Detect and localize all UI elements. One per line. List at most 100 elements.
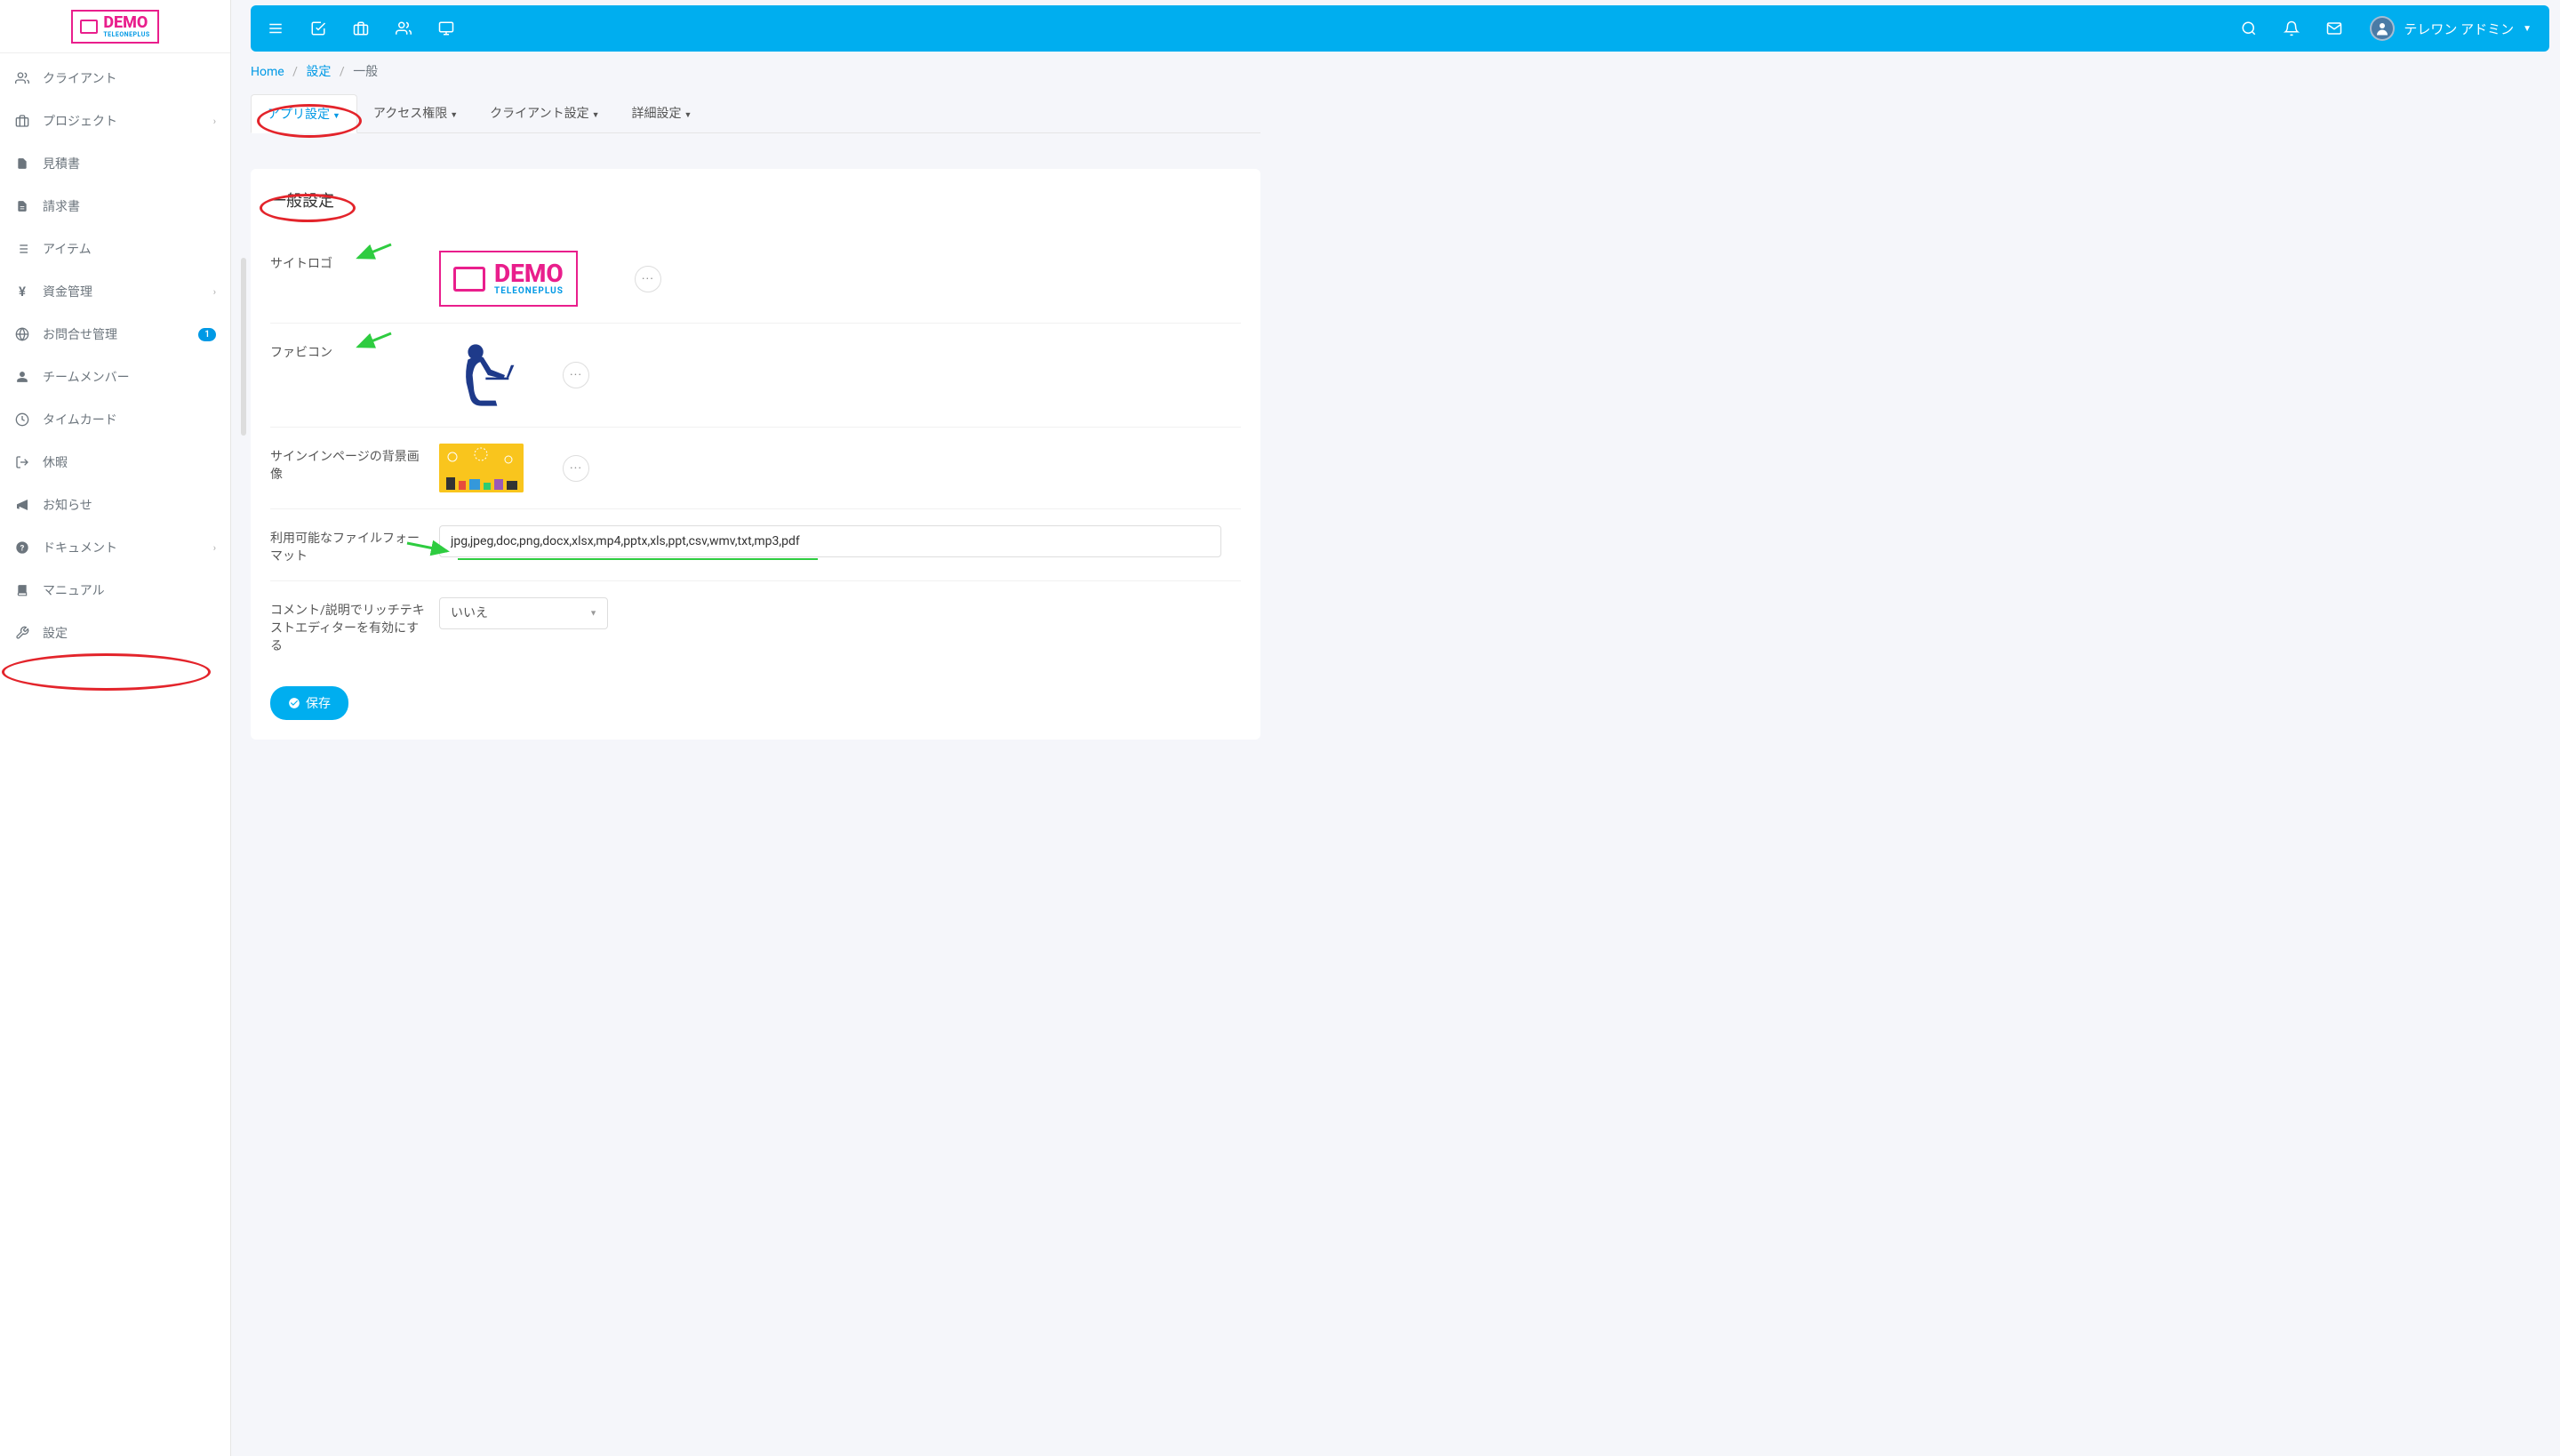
logo-text: DEMO — [494, 261, 564, 286]
monitor-button[interactable] — [427, 9, 466, 48]
favicon-actions[interactable]: ··· — [563, 362, 589, 388]
tab-3[interactable]: 詳細設定▼ — [616, 94, 708, 132]
breadcrumb-current: 一般 — [353, 65, 378, 79]
sidebar-item-7[interactable]: チームメンバー — [0, 356, 230, 398]
signin-bg-preview — [439, 444, 524, 492]
sidebar-item-1[interactable]: プロジェクト› — [0, 100, 230, 142]
sidebar-item-4[interactable]: アイテム — [0, 228, 230, 270]
sidebar-item-label: アイテム — [43, 240, 216, 258]
user-menu[interactable]: テレワン アドミン ▼ — [2357, 16, 2544, 41]
label-rich-text: コメント/説明でリッチテキストエディターを有効にする — [270, 597, 439, 654]
clock-icon — [14, 412, 30, 428]
sidebar-item-label: お知らせ — [43, 496, 216, 514]
tab-0[interactable]: アプリ設定▼ — [251, 94, 357, 133]
tasks-button[interactable] — [299, 9, 338, 48]
yen-icon: ¥ — [14, 284, 30, 300]
person-laptop-icon — [442, 340, 522, 410]
file-text-icon — [14, 198, 30, 214]
signin-bg-actions[interactable]: ··· — [563, 455, 589, 482]
save-button[interactable]: 保存 — [270, 686, 348, 720]
sidebar-item-label: 請求書 — [43, 197, 216, 215]
sidebar-item-2[interactable]: 見積書 — [0, 142, 230, 185]
sidebar-badge: 1 — [198, 328, 216, 341]
label-site-logo: サイトロゴ — [270, 251, 439, 272]
help-icon: ? — [14, 540, 30, 556]
users-icon — [14, 70, 30, 86]
row-site-logo: サイトロゴ DEMO TELEONEPLUS ··· — [270, 235, 1241, 323]
breadcrumb-settings[interactable]: 設定 — [306, 65, 331, 79]
logo-subtext: TELEONEPLUS — [103, 31, 149, 38]
sidebar-item-11[interactable]: ?ドキュメント› — [0, 526, 230, 569]
tab-label: アプリ設定 — [268, 108, 330, 122]
sidebar-item-label: チームメンバー — [43, 368, 216, 386]
site-logo-preview: DEMO TELEONEPLUS — [439, 251, 578, 307]
sidebar-item-label: タイムカード — [43, 411, 216, 428]
breadcrumb-home[interactable]: Home — [251, 65, 284, 79]
file-formats-input[interactable] — [439, 525, 1221, 557]
tab-label: アクセス権限 — [373, 107, 447, 121]
sidebar-item-label: 資金管理 — [43, 283, 213, 300]
sidebar-item-12[interactable]: マニュアル — [0, 569, 230, 612]
row-signin-bg: サインインページの背景画像 — [270, 427, 1241, 508]
rich-text-select[interactable]: いいえ — [439, 597, 608, 629]
logo-frame-icon — [453, 267, 485, 292]
site-logo-actions[interactable]: ··· — [635, 266, 661, 292]
sidebar-item-9[interactable]: 休暇 — [0, 441, 230, 484]
briefcase-button[interactable] — [341, 9, 380, 48]
row-rich-text: コメント/説明でリッチテキストエディターを有効にする いいえ — [270, 580, 1241, 670]
breadcrumb: Home / 設定 / 一般 — [251, 62, 1260, 80]
card-title: 一般設定 — [270, 188, 1241, 212]
caret-down-icon: ▼ — [592, 111, 600, 120]
sidebar-item-0[interactable]: クライアント — [0, 57, 230, 100]
search-button[interactable] — [2229, 9, 2268, 48]
sidebar-item-13[interactable]: 設定 — [0, 612, 230, 654]
chevron-down-icon: ▼ — [2523, 24, 2532, 34]
sidebar-item-label: クライアント — [43, 69, 216, 87]
logout-icon — [14, 454, 30, 470]
menu-toggle-button[interactable] — [256, 9, 295, 48]
caret-down-icon: ▼ — [332, 112, 340, 121]
globe-icon — [14, 326, 30, 342]
row-file-formats: 利用可能なファイルフォーマット — [270, 508, 1241, 580]
wrench-icon — [14, 625, 30, 641]
sidebar-logo[interactable]: DEMO TELEONEPLUS — [0, 0, 230, 53]
sidebar-item-8[interactable]: タイムカード — [0, 398, 230, 441]
sidebar-item-3[interactable]: 請求書 — [0, 185, 230, 228]
label-favicon: ファビコン — [270, 340, 439, 361]
list-icon — [14, 241, 30, 257]
users-button[interactable] — [384, 9, 423, 48]
sidebar-item-10[interactable]: お知らせ — [0, 484, 230, 526]
username-label: テレワン アドミン — [2404, 20, 2514, 38]
settings-tabs: アプリ設定▼アクセス権限▼クライアント設定▼詳細設定▼ — [251, 94, 1260, 133]
main-content: Home / 設定 / 一般 アプリ設定▼アクセス権限▼クライアント設定▼詳細設… — [231, 0, 1280, 757]
topbar: テレワン アドミン ▼ — [251, 5, 2549, 52]
tab-label: クライアント設定 — [490, 107, 588, 121]
tab-2[interactable]: クライアント設定 ▼ — [474, 94, 615, 132]
sidebar-item-label: 見積書 — [43, 155, 216, 172]
book-icon — [14, 582, 30, 598]
logo-subtext: TELEONEPLUS — [494, 286, 564, 296]
mail-button[interactable] — [2315, 9, 2354, 48]
sidebar-item-label: 設定 — [43, 624, 216, 642]
sidebar-item-label: プロジェクト — [43, 112, 213, 130]
sidebar-item-label: マニュアル — [43, 581, 216, 599]
tab-1[interactable]: アクセス権限▼ — [357, 94, 474, 132]
general-settings-card: 一般設定 サイトロゴ DEMO TELEONEPLUS ··· ファビコン — [251, 169, 1260, 740]
label-file-formats: 利用可能なファイルフォーマット — [270, 525, 439, 564]
caret-down-icon: ▼ — [684, 111, 692, 120]
megaphone-icon — [14, 497, 30, 513]
caret-down-icon: ▼ — [450, 111, 458, 120]
file-icon — [14, 156, 30, 172]
chevron-right-icon: › — [213, 286, 216, 298]
sidebar-item-5[interactable]: ¥ 資金管理› — [0, 270, 230, 313]
row-favicon: ファビコン ··· — [270, 323, 1241, 427]
label-signin-bg: サインインページの背景画像 — [270, 444, 439, 483]
chevron-right-icon: › — [213, 116, 216, 127]
user-icon — [14, 369, 30, 385]
sidebar-item-label: ドキュメント — [43, 539, 213, 556]
logo-text: DEMO — [103, 15, 149, 31]
notifications-button[interactable] — [2272, 9, 2311, 48]
sidebar-item-6[interactable]: お問合せ管理1 — [0, 313, 230, 356]
check-circle-icon — [288, 697, 300, 709]
sidebar-item-label: お問合せ管理 — [43, 325, 198, 343]
